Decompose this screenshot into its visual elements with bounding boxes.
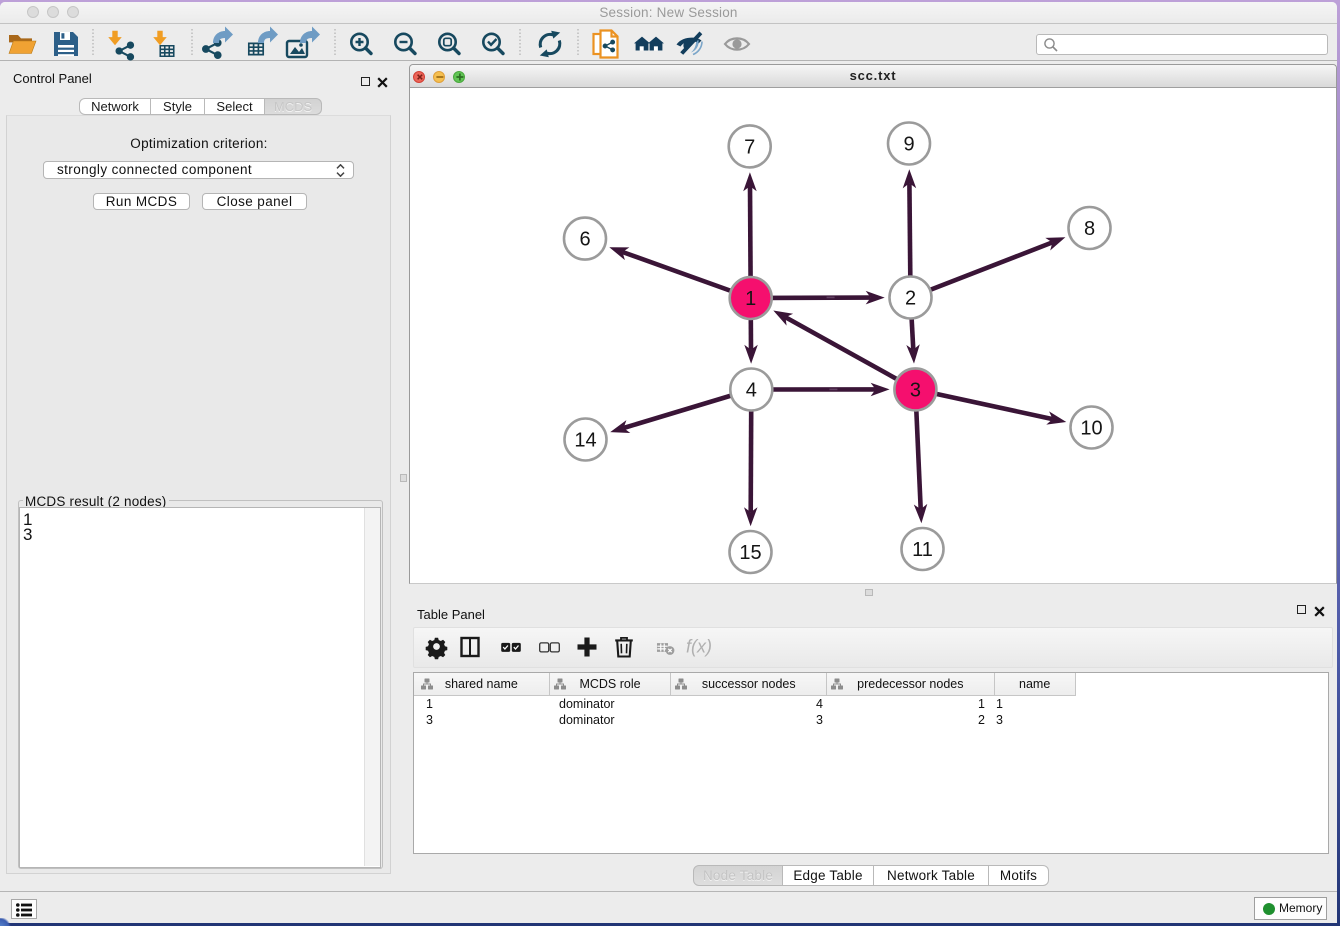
svg-text:14: 14 [574,430,596,452]
svg-text:8: 8 [1084,218,1095,240]
svg-text:2: 2 [905,288,916,310]
svg-text:10: 10 [1080,418,1102,440]
svg-text:7: 7 [744,136,755,158]
svg-text:9: 9 [903,134,914,156]
svg-text:1: 1 [745,288,756,310]
svg-text:3: 3 [910,379,921,401]
svg-text:4: 4 [746,380,757,402]
svg-text:11: 11 [912,539,933,561]
svg-text:f(x): f(x) [686,637,712,657]
svg-text:6: 6 [579,229,590,251]
svg-text:15: 15 [739,542,761,564]
